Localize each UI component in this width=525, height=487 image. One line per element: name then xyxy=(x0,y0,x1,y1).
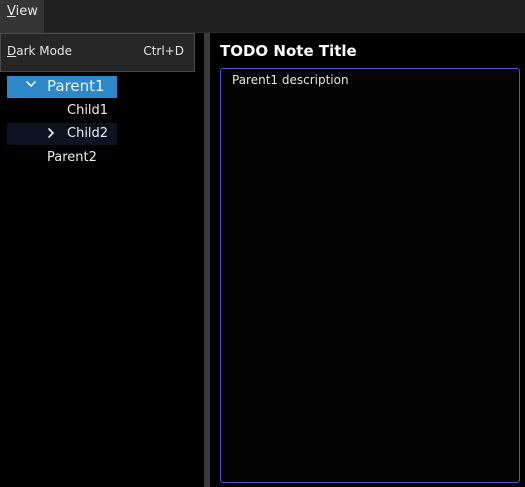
chevron-down-icon[interactable] xyxy=(25,78,37,94)
tree-item-label: Parent2 xyxy=(47,150,97,165)
panel-splitter[interactable] xyxy=(204,33,210,487)
menu-bar: View xyxy=(0,0,525,33)
menu-view-mnemonic: V xyxy=(7,4,16,19)
view-dropdown-menu: Dark Mode Ctrl+D xyxy=(0,33,195,72)
chevron-right-icon[interactable] xyxy=(45,127,57,143)
note-title: TODO Note Title xyxy=(220,42,357,60)
dark-mode-mnemonic: D xyxy=(7,44,17,58)
menu-view-label: iew xyxy=(15,4,38,19)
note-description-text: Parent1 description xyxy=(232,73,349,87)
tree-item-label: Parent1 xyxy=(47,77,105,95)
menu-view[interactable]: View xyxy=(0,0,44,33)
tree-item-parent1[interactable]: Parent1 xyxy=(7,76,117,98)
dark-mode-label-rest: ark Mode xyxy=(16,44,72,58)
menu-item-dark-mode[interactable]: Dark Mode Ctrl+D xyxy=(1,34,194,71)
menu-item-dark-mode-label: Dark Mode xyxy=(7,44,72,58)
tree-item-child2[interactable]: Child2 xyxy=(7,123,117,145)
tree-item-label: Child2 xyxy=(67,126,109,141)
tree-item-child1[interactable]: Child1 xyxy=(7,100,117,122)
tree-item-label: Child1 xyxy=(67,103,109,118)
note-description-editor[interactable]: Parent1 description xyxy=(220,68,520,483)
tree-item-parent2[interactable]: Parent2 xyxy=(7,147,117,169)
menu-item-dark-mode-shortcut: Ctrl+D xyxy=(143,44,184,58)
